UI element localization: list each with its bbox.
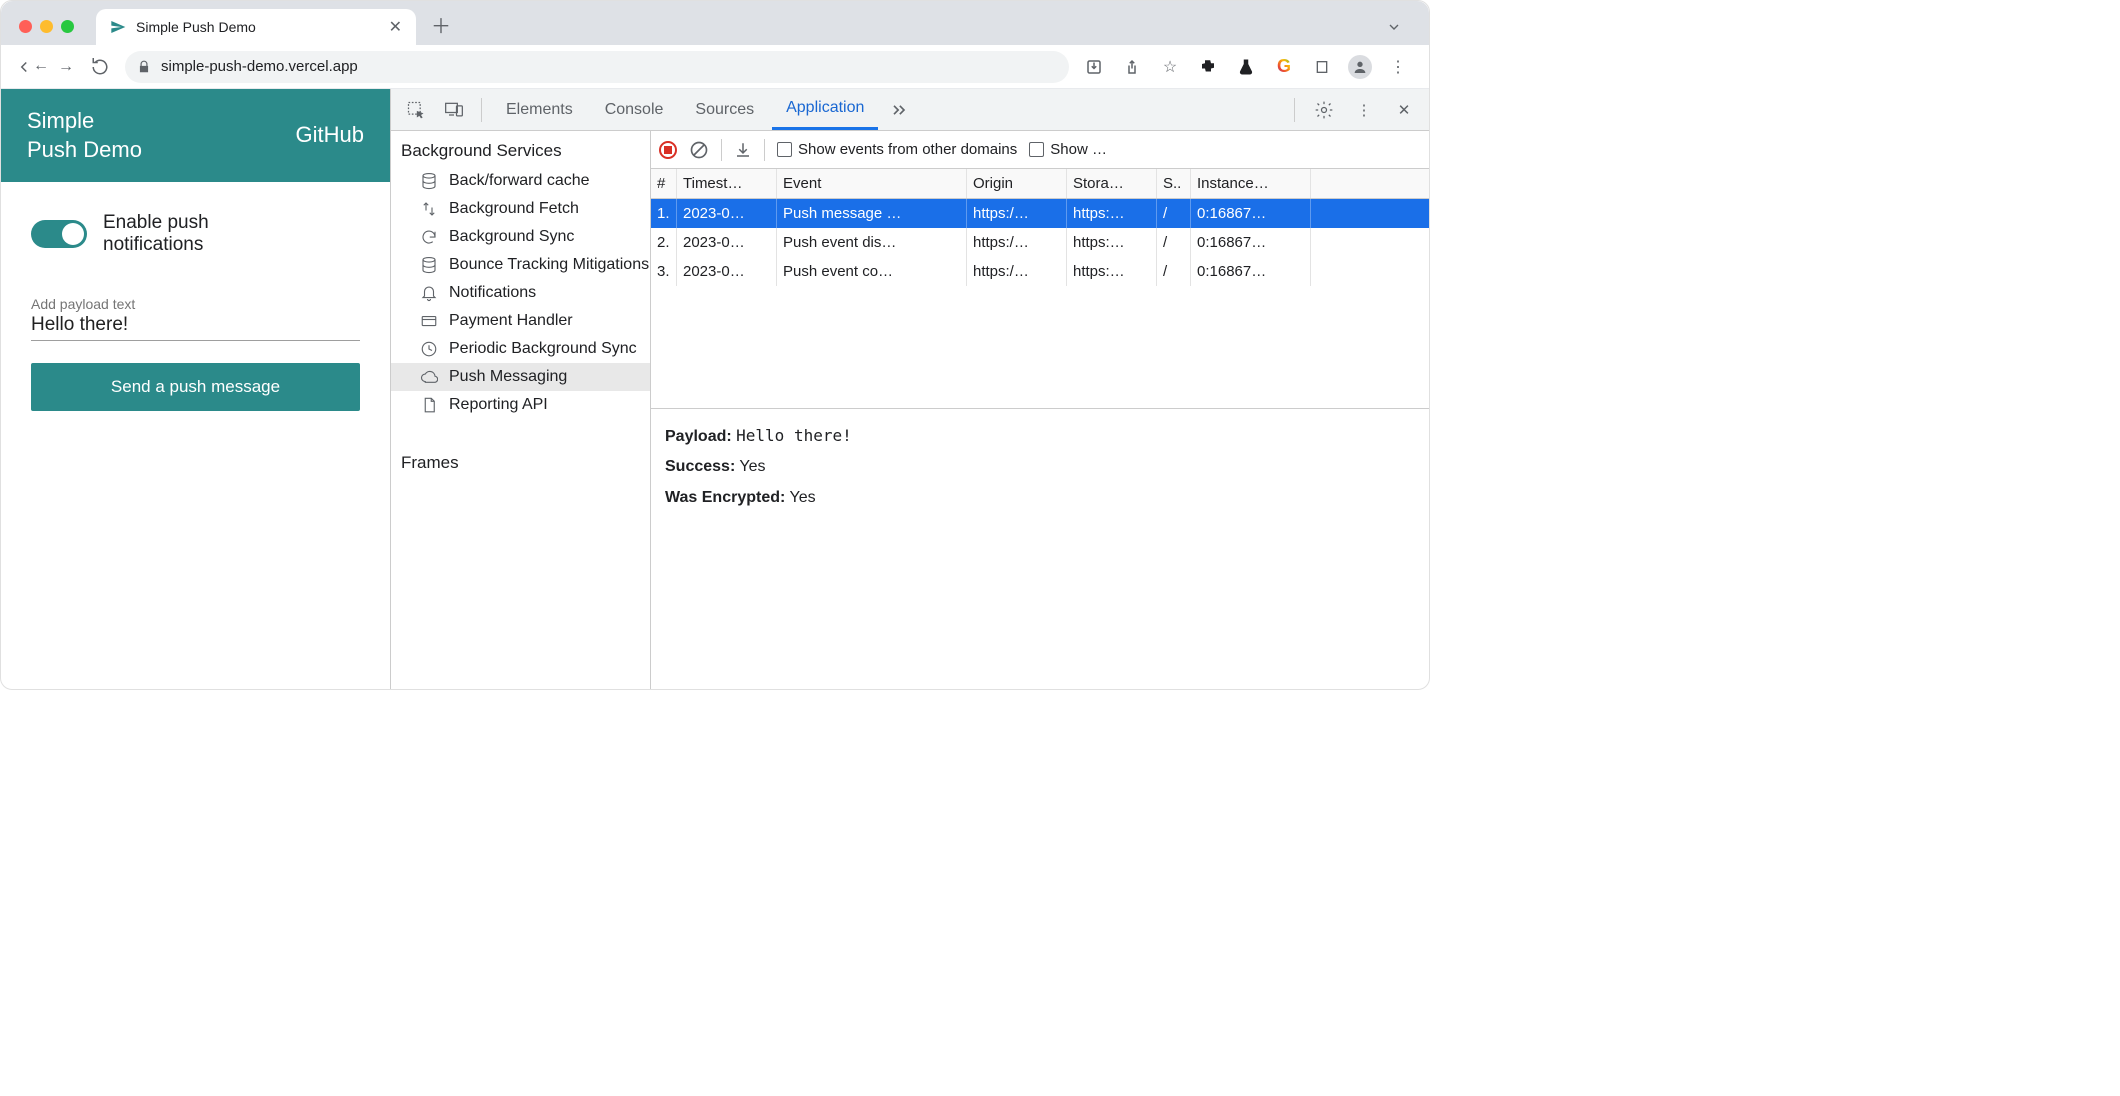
close-window-icon[interactable] xyxy=(19,20,32,33)
table-row[interactable]: 2. 2023-0… Push event dis… https:/… http… xyxy=(651,228,1429,257)
lock-icon xyxy=(137,60,151,74)
detail-payload-label: Payload: xyxy=(665,428,732,445)
detail-encrypted-label: Was Encrypted: xyxy=(665,489,785,506)
reload-button[interactable] xyxy=(83,58,117,76)
toggle-label: Enable push xyxy=(103,212,209,234)
bell-icon xyxy=(419,284,439,302)
app-header: Simple Push Demo GitHub xyxy=(1,89,390,182)
devtools-close-icon[interactable]: ✕ xyxy=(1387,101,1421,119)
tab-console[interactable]: Console xyxy=(591,89,678,130)
sidebar-item-bg-sync[interactable]: Background Sync xyxy=(391,223,650,251)
sidebar-item-payment[interactable]: Payment Handler xyxy=(391,307,650,335)
devtools-menu-icon[interactable]: ⋮ xyxy=(1347,101,1381,119)
table-header: # Timest… Event Origin Stora… S.. Instan… xyxy=(651,169,1429,199)
browser-tabstrip: Simple Push Demo ✕ ＋ xyxy=(1,1,1429,45)
tab-sources[interactable]: Sources xyxy=(681,89,768,130)
sidebar-item-periodic[interactable]: Periodic Background Sync xyxy=(391,335,650,363)
event-details: Payload: Hello there! Success: Yes Was E… xyxy=(651,409,1429,525)
chrome-menu-icon[interactable]: ⋮ xyxy=(1381,57,1415,77)
github-link[interactable]: GitHub xyxy=(296,121,364,150)
sidebar-item-notifications[interactable]: Notifications xyxy=(391,279,650,307)
payload-placeholder: Add payload text xyxy=(31,296,360,312)
close-tab-icon[interactable]: ✕ xyxy=(389,17,402,37)
sidebar-item-bounce[interactable]: Bounce Tracking Mitigations xyxy=(391,251,650,279)
application-sidebar: Background Services Back/forward cache B… xyxy=(391,131,651,689)
inspect-icon[interactable] xyxy=(399,100,433,120)
database-icon xyxy=(419,256,439,274)
window-controls xyxy=(19,20,74,33)
paper-plane-icon xyxy=(110,19,126,35)
bookmark-icon[interactable]: ☆ xyxy=(1153,57,1187,77)
sidebar-item-push[interactable]: Push Messaging xyxy=(391,363,650,391)
browser-tab[interactable]: Simple Push Demo ✕ xyxy=(96,9,416,45)
webpage: Simple Push Demo GitHub Enable push noti… xyxy=(1,89,391,689)
sidebar-item-bfcache[interactable]: Back/forward cache xyxy=(391,167,650,195)
maximize-window-icon[interactable] xyxy=(61,20,74,33)
forward-button[interactable]: → xyxy=(49,58,83,76)
minimize-window-icon[interactable] xyxy=(40,20,53,33)
detail-success-value: Yes xyxy=(739,458,765,475)
tab-elements[interactable]: Elements xyxy=(492,89,587,130)
col-timestamp[interactable]: Timest… xyxy=(677,169,777,198)
back-button[interactable]: ← xyxy=(15,57,49,77)
payload-value: Hello there! xyxy=(31,312,360,336)
database-icon xyxy=(419,172,439,190)
devtools-tabbar: Elements Console Sources Application ⋮ ✕ xyxy=(391,89,1429,131)
show-truncated-checkbox[interactable]: Show … xyxy=(1029,141,1107,158)
col-event[interactable]: Event xyxy=(777,169,967,198)
url-text: simple-push-demo.vercel.app xyxy=(161,58,358,75)
col-origin[interactable]: Origin xyxy=(967,169,1067,198)
devtools: Elements Console Sources Application ⋮ ✕… xyxy=(391,89,1429,689)
tabs-dropdown-icon[interactable] xyxy=(1377,19,1411,35)
download-icon[interactable] xyxy=(734,141,752,159)
sync-icon xyxy=(419,228,439,246)
detail-payload-value: Hello there! xyxy=(736,426,852,445)
table-row[interactable]: 1. 2023-0… Push message … https:/… https… xyxy=(651,199,1429,228)
share-icon[interactable] xyxy=(1115,58,1149,76)
labs-icon[interactable] xyxy=(1229,58,1263,76)
detail-encrypted-value: Yes xyxy=(789,489,815,506)
profile-icon[interactable] xyxy=(1343,55,1377,79)
cloud-icon xyxy=(419,368,439,386)
extensions-icon[interactable] xyxy=(1191,58,1225,76)
record-icon[interactable] xyxy=(659,141,677,159)
toggle-label: notifications xyxy=(103,234,209,256)
sidebar-item-bg-fetch[interactable]: Background Fetch xyxy=(391,195,650,223)
send-push-button[interactable]: Send a push message xyxy=(31,363,360,411)
payload-input[interactable]: Add payload text Hello there! xyxy=(31,292,360,341)
card-icon xyxy=(419,312,439,330)
install-app-icon[interactable] xyxy=(1077,58,1111,76)
col-s[interactable]: S.. xyxy=(1157,169,1191,198)
detail-success-label: Success: xyxy=(665,458,735,475)
push-toolbar: Show events from other domains Show … xyxy=(651,131,1429,169)
col-instance[interactable]: Instance… xyxy=(1191,169,1311,198)
device-toggle-icon[interactable] xyxy=(437,100,471,120)
table-row[interactable]: 3. 2023-0… Push event co… https:/… https… xyxy=(651,257,1429,286)
file-icon xyxy=(419,396,439,414)
col-num[interactable]: # xyxy=(651,169,677,198)
enable-push-toggle[interactable] xyxy=(31,220,87,248)
clear-icon[interactable] xyxy=(689,140,709,160)
sidebar-section-frames: Frames xyxy=(391,443,650,479)
tab-application[interactable]: Application xyxy=(772,89,878,130)
sidebar-section-background: Background Services xyxy=(391,131,650,167)
new-tab-button[interactable]: ＋ xyxy=(426,10,456,39)
sidebar-item-reporting[interactable]: Reporting API xyxy=(391,391,650,419)
tab-title: Simple Push Demo xyxy=(136,19,256,35)
reading-list-icon[interactable] xyxy=(1305,59,1339,75)
address-bar: ← → simple-push-demo.vercel.app ☆ G ⋮ xyxy=(1,45,1429,89)
omnibox[interactable]: simple-push-demo.vercel.app xyxy=(125,51,1069,83)
events-table: # Timest… Event Origin Stora… S.. Instan… xyxy=(651,169,1429,286)
clock-icon xyxy=(419,340,439,358)
google-account-icon[interactable]: G xyxy=(1267,56,1301,77)
more-tabs-icon[interactable] xyxy=(882,100,916,120)
fetch-icon xyxy=(419,200,439,218)
app-title: Simple xyxy=(27,107,142,136)
devtools-settings-icon[interactable] xyxy=(1307,100,1341,120)
show-other-domains-checkbox[interactable]: Show events from other domains xyxy=(777,141,1017,158)
app-title: Push Demo xyxy=(27,136,142,165)
col-storage[interactable]: Stora… xyxy=(1067,169,1157,198)
